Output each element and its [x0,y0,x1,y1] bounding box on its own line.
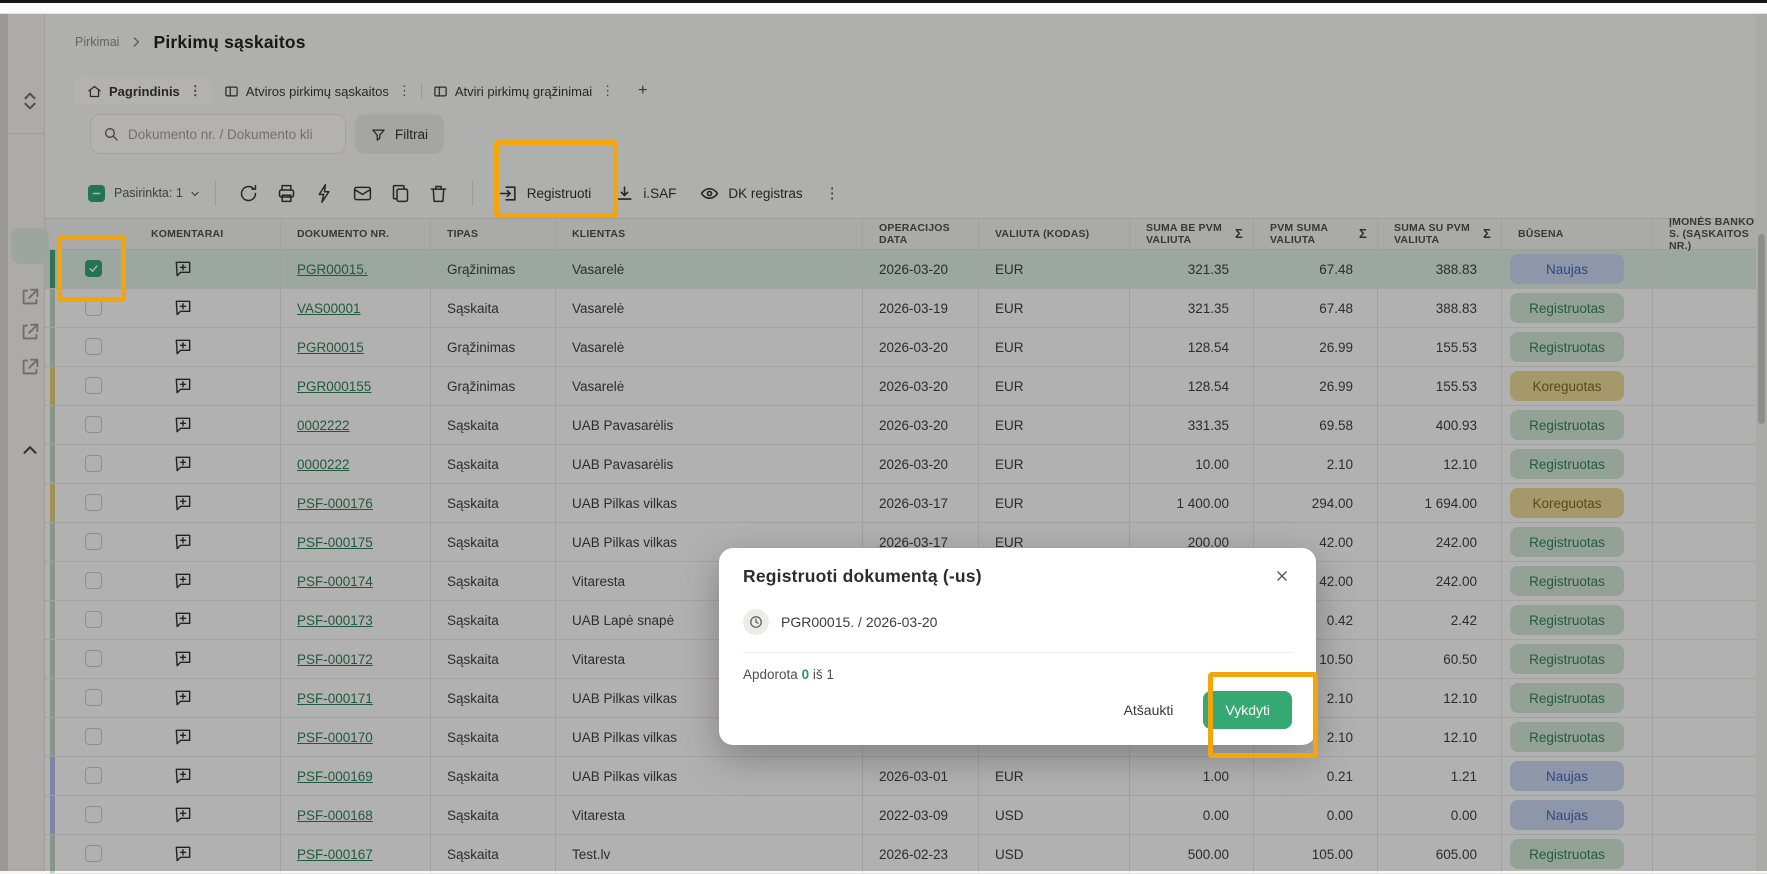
clock-icon [743,609,769,635]
progress-done-count: 0 [802,667,810,682]
modal-progress-text: Apdorota 0 iš 1 [743,667,1292,682]
progress-suffix: iš 1 [813,667,834,682]
progress-prefix: Apdorota [743,667,798,682]
modal-document-label: PGR00015. / 2026-03-20 [781,614,937,630]
cancel-button[interactable]: Atšaukti [1124,702,1174,718]
confirm-button[interactable]: Vykdyti [1203,691,1292,729]
close-icon[interactable] [1270,564,1294,588]
modal-actions: Atšaukti Vykdyti [1124,691,1292,729]
top-chrome-strip [0,3,1767,14]
modal-document-item: PGR00015. / 2026-03-20 [743,609,1292,635]
modal-divider [743,652,1292,653]
register-modal: Registruoti dokumentą (-us) PGR00015. / … [719,548,1316,745]
modal-title: Registruoti dokumentą (-us) [743,566,1292,587]
